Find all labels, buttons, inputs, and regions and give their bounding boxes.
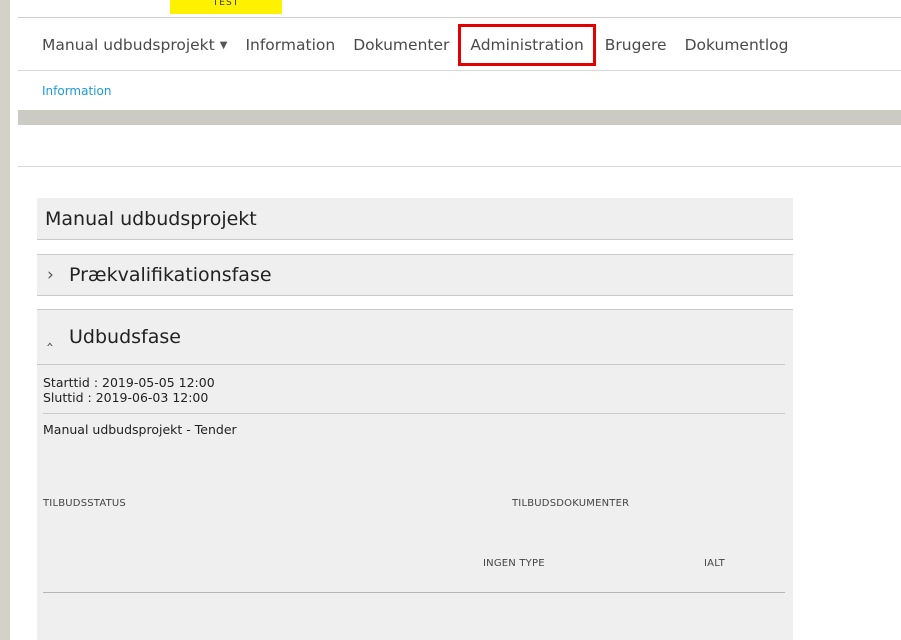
nav-item-brugere[interactable]: Brugere (596, 24, 676, 66)
top-divider (18, 17, 901, 18)
start-time: Starttid : 2019-05-05 12:00 (43, 375, 215, 390)
tender-name: Manual udbudsprojekt - Tender (43, 422, 237, 437)
project-title-panel: Manual udbudsprojekt (37, 198, 793, 240)
col-header-status: TILBUDSSTATUS (43, 498, 126, 509)
subnav-link-information[interactable]: Information (42, 84, 111, 98)
nav-item-administration[interactable]: Administration (458, 24, 596, 66)
nav-item-dokumenter[interactable]: Dokumenter (344, 24, 458, 66)
phase-tender-panel: ‸ Udbudsfase Starttid : 2019-05-05 12:00… (37, 309, 793, 640)
main-nav: Manual udbudsprojekt ▼ Information Dokum… (18, 24, 901, 66)
environment-badge: TEST (170, 0, 282, 14)
nav-item-dokumentlog[interactable]: Dokumentlog (676, 24, 798, 66)
end-time: Sluttid : 2019-06-03 12:00 (43, 390, 209, 405)
nav-item-information[interactable]: Information (236, 24, 344, 66)
phase-times: Starttid : 2019-05-05 12:00 Sluttid : 20… (37, 365, 793, 405)
phase-tender-header[interactable]: ‸ Udbudsfase (37, 310, 785, 365)
phase-tender-title: Udbudsfase (69, 326, 181, 348)
project-title: Manual udbudsprojekt (45, 207, 257, 230)
col-header-total: IALT (704, 558, 725, 569)
chevron-down-icon: ▼ (219, 39, 228, 51)
nav-divider (18, 70, 901, 71)
content-divider (18, 166, 901, 167)
chevron-right-icon: › (47, 265, 54, 285)
left-edge-bar (0, 0, 10, 640)
col-header-documents: TILBUDSDOKUMENTER (512, 498, 630, 509)
phase-prequal-title: Prækvalifikationsfase (69, 264, 272, 286)
nav-project-label: Manual udbudsprojekt (42, 36, 215, 54)
col-header-no-type: INGEN TYPE (483, 558, 545, 569)
nav-project-dropdown[interactable]: Manual udbudsprojekt ▼ (18, 24, 236, 66)
gray-band (18, 110, 901, 125)
table-divider (43, 592, 785, 593)
chevron-up-icon: ‸ (47, 327, 53, 347)
phase-prequal-panel[interactable]: › Prækvalifikationsfase (37, 254, 793, 296)
